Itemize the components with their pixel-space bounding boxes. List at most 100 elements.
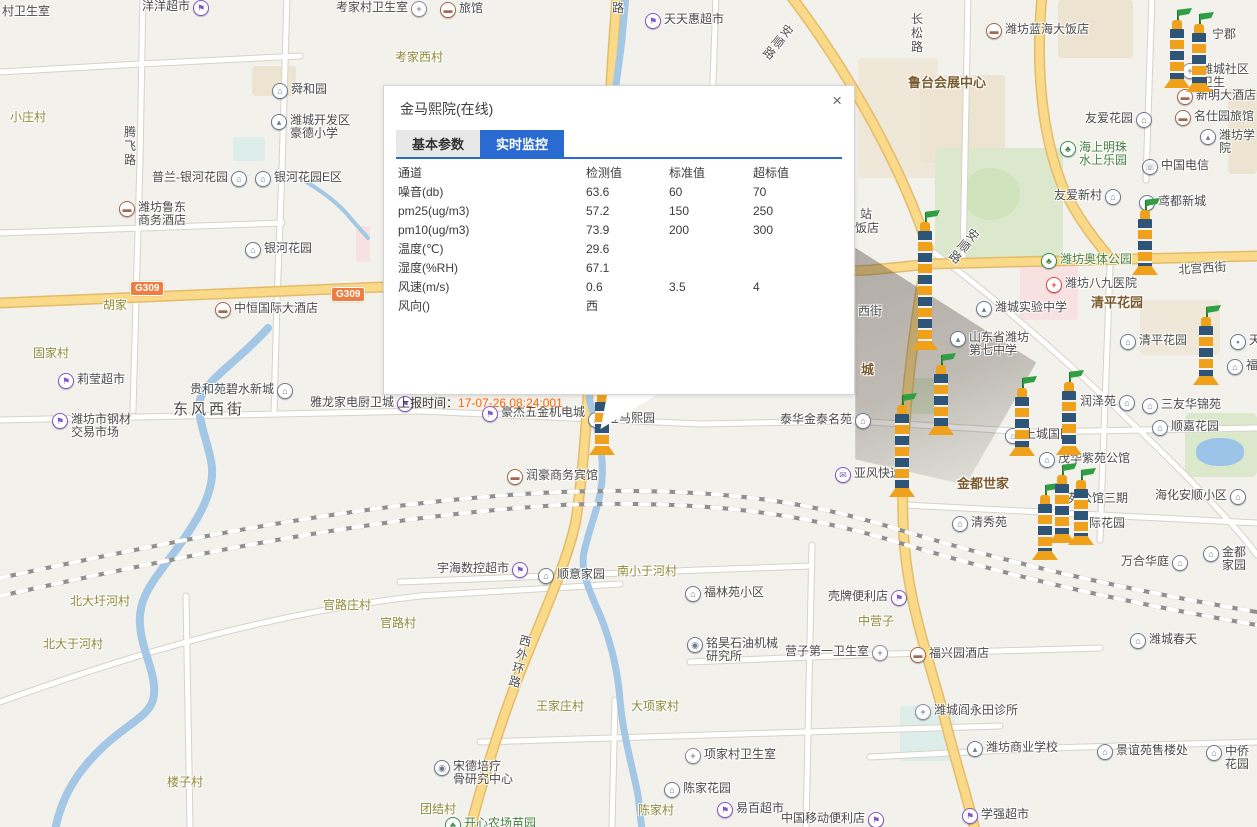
map-label-text: 旅馆 (459, 2, 483, 15)
map-label: ⌂景谊苑售楼处 (1097, 744, 1188, 760)
map-label-text: 清平花园 (1139, 334, 1187, 347)
station-marker[interactable] (1193, 305, 1219, 385)
station-marker[interactable] (889, 393, 915, 497)
hotel-bed-icon: ▬ (119, 201, 135, 217)
building-icon: ⌂ (952, 516, 968, 532)
shop-flag-icon: ⚑ (193, 0, 209, 16)
map-label: ◉铭昊石油机械 研究所 (687, 637, 778, 663)
table-cell: 200 (669, 220, 753, 239)
map-label: 长松路 (911, 12, 925, 54)
map-label-text: 鲁台会展中心 (908, 76, 986, 89)
map-label-text: 中国移动便利店 (781, 812, 865, 825)
map-label-text: 友爱新村 (1054, 189, 1102, 202)
map-label: ▴潍坊学院 (1200, 129, 1257, 155)
building-icon: ⌂ (1227, 359, 1243, 375)
green-flag-icon (1082, 468, 1096, 479)
tower-cap (936, 365, 946, 374)
map-label: ⌂福林苑小区 (685, 586, 764, 602)
tower-cap (1076, 480, 1086, 489)
map-label-text: 官路庄村 (323, 599, 371, 612)
map-label: +项家村卫生室 (685, 748, 776, 764)
building-icon: ⌂ (1119, 395, 1135, 411)
map-label-text: 东风西街 (173, 403, 245, 416)
clinic-cross-icon: + (685, 748, 701, 764)
table-cell: 150 (669, 201, 753, 220)
map-label: ▬潍坊鲁东 商务酒店 (119, 201, 186, 227)
map-label-text: 潍坊学院 (1219, 129, 1257, 155)
station-marker[interactable] (912, 210, 938, 350)
map-label: 宁郡 (1212, 28, 1236, 41)
map-label: 友爱新村⌂ (1054, 189, 1121, 205)
map-label-text: 洋洋超市 (142, 0, 190, 13)
table-cell: 70 (753, 182, 842, 201)
report-time-label: 上报时间： (398, 396, 458, 410)
map-label: 团结村 (420, 803, 456, 816)
map-label: ⚑天天惠超市 (645, 13, 724, 29)
tower-body (934, 374, 948, 427)
map-label: ▬潍坊蓝海大饭店 (986, 23, 1089, 39)
tab-basic-params[interactable]: 基本参数 (396, 130, 480, 157)
map-label-text: 饭店 (855, 222, 879, 235)
map-label-text: 村卫生室 (2, 5, 50, 18)
tree-icon: ♣ (445, 817, 461, 827)
map-label: 泰华金泰名苑⌂ (780, 413, 871, 429)
map-label: ⌂顺意家园 (538, 568, 605, 584)
station-marker[interactable] (1009, 376, 1035, 456)
tower-base (1056, 446, 1082, 455)
map-label: 友爱花园⌂ (1085, 112, 1152, 128)
map-label: 陈家村 (638, 804, 674, 817)
table-row: 风向()西 (398, 296, 842, 315)
hospital-cross-icon: + (1046, 277, 1062, 293)
map-label: ♣海上明珠 水上乐园 (1060, 141, 1127, 167)
map-label: ⚑莉莹超市 (58, 373, 125, 389)
map-label-text: 三友华锦苑 (1161, 398, 1221, 411)
building-icon: ⌂ (231, 171, 247, 187)
map-label-text: 宇海数控超市 (437, 562, 509, 575)
map-label: ⌂陈家花园 (664, 782, 731, 798)
map-label-text: 考家西村 (395, 51, 443, 64)
shop-flag-icon: ⚑ (868, 812, 884, 827)
station-marker[interactable] (1068, 468, 1094, 545)
tower-cap (897, 405, 907, 414)
table-header: 超标值 (753, 163, 842, 182)
green-flag-icon (1200, 12, 1214, 23)
tree-icon: ♣ (1060, 141, 1076, 157)
map-label-text: 腾飞路 (124, 125, 138, 167)
map-label-text: 金都家园 (1222, 546, 1257, 572)
table-cell (753, 239, 842, 258)
tower-body (1055, 484, 1069, 535)
station-marker[interactable] (1056, 370, 1082, 455)
map-label: 洋洋超市⚑ (142, 0, 209, 16)
shop-flag-icon: ⚑ (52, 413, 68, 429)
map-label-text: 潍坊鲁东 商务酒店 (138, 201, 186, 227)
map-label-text: 潍城实验中学 (995, 301, 1067, 314)
phone-icon: ☏ (1142, 159, 1158, 175)
map-label: 清平花园 (1091, 296, 1143, 309)
map-label: 饭店 (855, 222, 879, 235)
map-label-text: 潍坊八九医院 (1065, 277, 1137, 290)
tab-realtime-monitor[interactable]: 实时监控 (480, 130, 564, 157)
dot-icon: • (1230, 334, 1246, 350)
map-label: ♣潍坊奥体公园 (1041, 253, 1132, 269)
map-canvas[interactable]: 村卫生室洋洋超市⚑考家村卫生室+▬旅馆⚑天天惠超市考家西村路安顺路长松路▬潍坊蓝… (0, 0, 1257, 827)
station-marker[interactable] (1186, 12, 1212, 92)
building-icon: ⌂ (1206, 745, 1222, 761)
map-label-text: 舜和园 (291, 83, 327, 96)
map-label: 官路庄村 (323, 599, 371, 612)
map-label: ⌂金都家园 (1203, 546, 1257, 572)
tower-base (1186, 83, 1212, 92)
map-label: •天 (1230, 334, 1257, 350)
tower-base (928, 426, 954, 435)
green-flag-icon (942, 353, 956, 364)
station-marker[interactable] (1132, 198, 1158, 275)
clinic-cross-icon: + (872, 645, 888, 661)
station-marker[interactable] (928, 353, 954, 435)
table-cell: 63.6 (586, 182, 669, 201)
close-icon[interactable]: × (832, 92, 842, 109)
school-icon: ▴ (976, 301, 992, 317)
map-label: ▴潍坊商业学校 (967, 741, 1058, 757)
map-label: 中营子 (858, 615, 894, 628)
popup-tabs: 基本参数实时监控 (396, 130, 564, 157)
map-label-text: 城 (861, 363, 874, 376)
table-cell: 4 (753, 277, 842, 296)
